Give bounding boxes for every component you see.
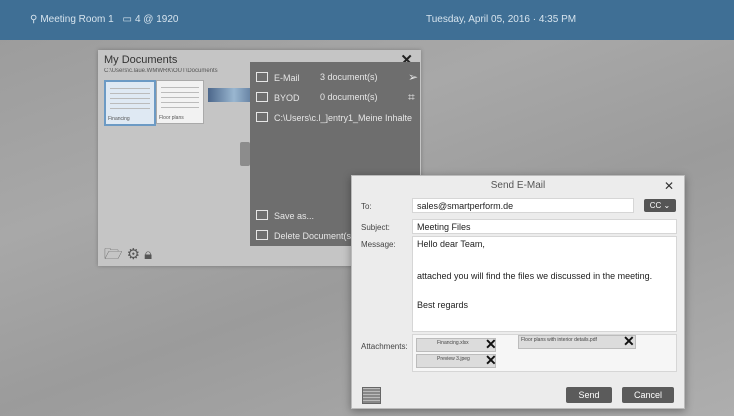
to-field[interactable]: sales@smartperform.de [412,198,634,213]
menu-item-save-as[interactable]: Save as... [256,210,314,221]
thumbnail-caption: Floor plans [159,115,184,121]
remove-attachment-icon[interactable]: ✕ [623,333,635,350]
lock-icon[interactable]: 🔒︎ [144,246,156,263]
thumbnail-caption: Financing [108,116,130,122]
remove-attachment-icon[interactable]: ✕ [485,352,497,369]
room-name: Meeting Room 1 [40,14,114,25]
collapse-handle[interactable] [240,142,250,166]
send-icon[interactable]: ➢ [408,70,418,84]
document-thumbnail[interactable]: Financing [104,80,156,126]
menu-item-byod[interactable]: BYOD 0 document(s) ⌗ [256,90,415,104]
subject-label: Subject: [361,223,390,232]
attachment-name: Financing.xlsx [437,340,469,346]
document-count: 0 document(s) [320,92,378,102]
attachment-chip[interactable]: Financing.xlsx ✕ [416,336,497,353]
message-label: Message: [361,240,396,249]
subject-field[interactable]: Meeting Files [412,219,677,234]
dialog-title: Send E-Mail [490,180,546,191]
close-icon[interactable]: ✕ [664,179,674,193]
menu-item-email[interactable]: E-Mail 3 document(s) ➢ [256,70,418,84]
mail-icon [256,72,268,82]
menu-item-folder[interactable]: C:\Users\c.l_]entry1_Meine Inhalte [256,112,412,123]
folder-open-icon[interactable]: 🗁 [104,246,127,263]
menu-item-delete[interactable]: Delete Document(s) [256,230,354,241]
keyboard-icon[interactable] [362,387,381,404]
attachment-chip[interactable]: Floor plans with interior details.pdf ✕ [518,333,636,350]
cc-button[interactable]: CC ⌄ [644,199,676,212]
message-field[interactable]: Hello dear Team, attached you will find … [412,236,677,332]
attachment-chip[interactable]: Preview 3.jpeg ✕ [416,352,497,369]
folder-path: C:\Users\c.laue.WMWRK\OUT\Documents [104,68,218,74]
trash-icon [256,230,268,240]
document-thumbnail[interactable]: Floor plans [156,80,204,124]
panel-title: My Documents [104,54,178,66]
spreadsheet-preview [110,88,150,110]
device-icon [256,92,268,102]
message-line: Hello dear Team, [417,239,485,249]
message-line: attached you will find the files we disc… [417,271,653,281]
send-button[interactable]: Send [566,387,612,403]
disk-icon [256,112,268,122]
display-info: 4 @ 1920 [134,14,179,25]
gear-icon[interactable]: ⚙ [127,246,144,263]
attachments-label: Attachments: [361,342,408,351]
attachment-name: Preview 3.jpeg [437,356,470,362]
monitor-icon: ▭ [122,14,132,25]
floorplan-preview [161,87,199,109]
save-icon [256,210,268,220]
document-count: 3 document(s) [320,72,378,82]
cancel-button[interactable]: Cancel [622,387,674,403]
date-time: Tuesday, April 05, 2016 · 4:35 PM [426,14,577,25]
remove-attachment-icon[interactable]: ✕ [485,336,497,353]
send-email-dialog: Send E-Mail ✕ To: sales@smartperform.de … [351,175,685,409]
qr-icon[interactable]: ⌗ [408,90,415,105]
top-bar: ⚲ Meeting Room 1 ▭ 4 @ 1920 Tuesday, April… [0,0,734,40]
to-label: To: [361,202,372,211]
attachment-name: Floor plans with interior details.pdf [521,337,597,343]
location-pin-icon: ⚲ [30,14,38,25]
room-info: ⚲ Meeting Room 1 ▭ 4 @ 1920 [30,14,178,25]
panel-toolbar: 🗁⚙🔒︎ [104,244,156,269]
message-line: Best regards [417,300,469,310]
